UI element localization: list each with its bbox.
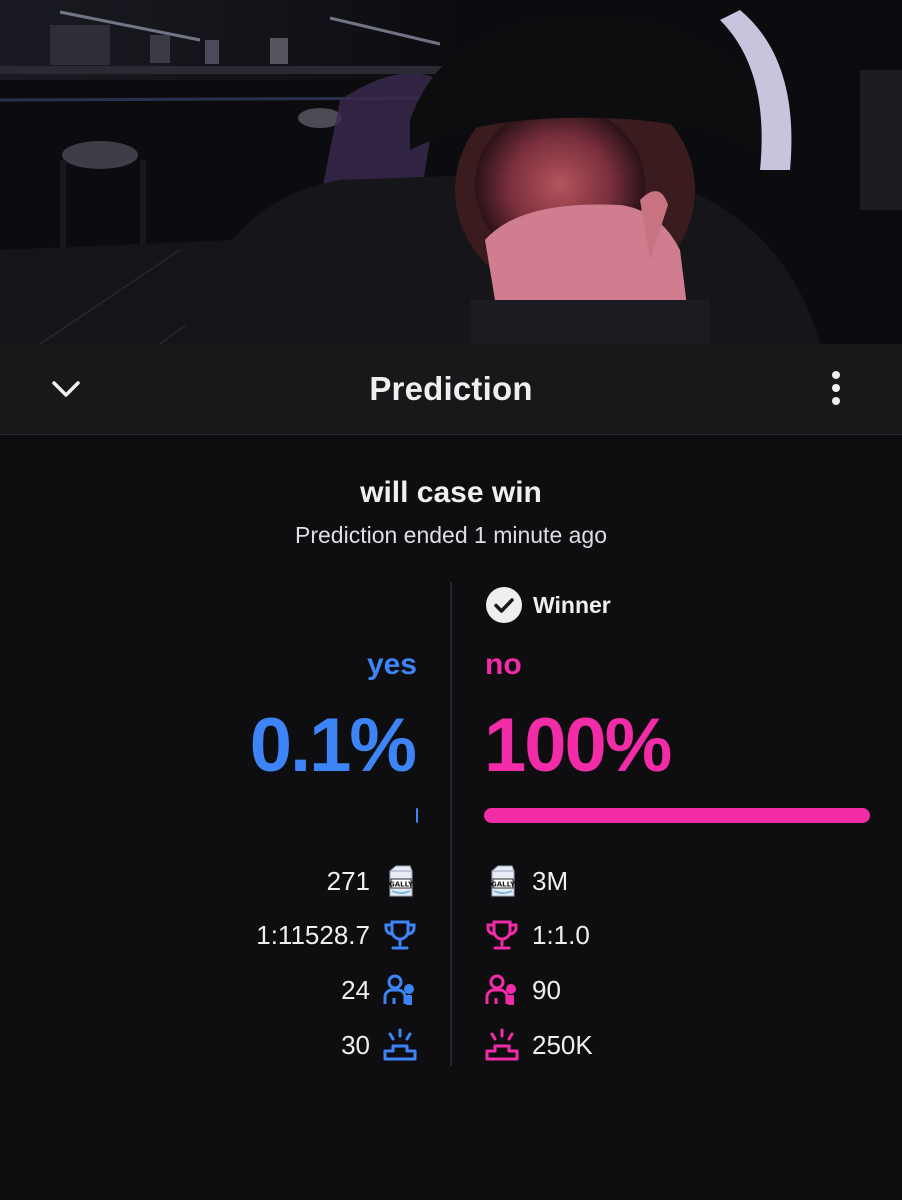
yes-top-points-stat: 30 xyxy=(341,1025,418,1065)
yes-users-stat: 24 xyxy=(341,970,418,1010)
winner-badge: Winner xyxy=(485,586,611,624)
outcome-no-bar-fill xyxy=(484,808,870,823)
users-icon xyxy=(383,974,414,1005)
no-users-value: 90 xyxy=(532,974,561,1005)
outcome-divider xyxy=(450,582,452,1066)
yes-top-points-value: 30 xyxy=(341,1029,370,1060)
outcome-yes-percent: 0.1% xyxy=(249,703,417,788)
yes-users-value: 24 xyxy=(341,974,370,1005)
yes-ratio-value: 1:11528.7 xyxy=(256,919,370,950)
no-top-points-stat: 250K xyxy=(484,1025,593,1065)
page-title: Prediction xyxy=(369,370,533,407)
outcome-no-title: no xyxy=(485,648,522,681)
no-ratio-stat: 1:1.0 xyxy=(484,915,590,955)
video-frame-image xyxy=(0,0,902,344)
no-top-points-value: 250K xyxy=(532,1029,593,1060)
outcome-yes-title: yes xyxy=(366,648,417,681)
prediction-status: Prediction ended 1 minute ago xyxy=(295,522,607,548)
outcome-no-percent: 100% xyxy=(484,703,672,788)
prediction-question: will case win xyxy=(360,476,542,509)
outcome-no-bar xyxy=(484,808,870,823)
no-points-value: 3M xyxy=(532,865,569,896)
kebab-menu-icon xyxy=(832,371,840,405)
outcome-yes-bar xyxy=(30,808,418,823)
trophy-icon xyxy=(384,920,416,950)
prediction-panel: will case win Prediction ended 1 minute … xyxy=(0,436,902,1200)
yes-points-stat: 271 GALLY xyxy=(327,861,418,901)
prediction-header: Prediction xyxy=(0,344,902,435)
yes-points-value: 271 xyxy=(326,865,370,896)
more-options-button[interactable] xyxy=(816,366,856,410)
gally-points-icon: GALLY xyxy=(491,865,516,897)
users-icon xyxy=(485,974,516,1005)
check-circle-icon xyxy=(486,587,522,623)
winner-label: Winner xyxy=(533,591,611,618)
podium-icon xyxy=(383,1028,417,1061)
no-points-stat: GALLY 3M xyxy=(484,861,568,901)
outcome-yes-bar-fill xyxy=(416,808,418,823)
svg-text:GALLY: GALLY xyxy=(389,881,414,889)
svg-text:GALLY: GALLY xyxy=(491,881,516,889)
trophy-icon xyxy=(486,920,518,950)
no-users-stat: 90 xyxy=(484,970,561,1010)
stream-video[interactable] xyxy=(0,0,902,344)
yes-ratio-stat: 1:11528.7 xyxy=(256,915,418,955)
gally-points-icon: GALLY xyxy=(389,865,414,897)
podium-icon xyxy=(485,1028,519,1061)
no-ratio-value: 1:1.0 xyxy=(532,919,590,950)
